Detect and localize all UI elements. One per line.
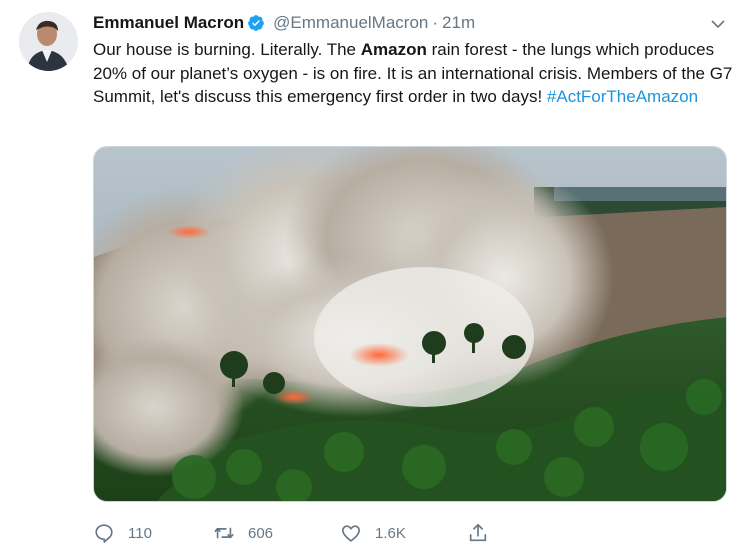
chevron-down-icon[interactable] [710,16,726,32]
tweet-text: Our house is burning. Literally. The Ama… [93,38,733,109]
timestamp[interactable]: 21m [442,13,475,33]
heart-icon [342,525,360,542]
like-count: 1.6K [375,524,406,542]
retweet-button[interactable]: 606 [213,522,273,544]
separator-dot: · [432,13,439,32]
reply-icon [95,524,113,543]
avatar[interactable] [19,12,78,71]
author-name[interactable]: Emmanuel Macron [93,13,244,33]
avatar-portrait-icon [19,12,78,71]
hashtag-link[interactable]: #ActForTheAmazon [547,87,698,106]
reply-button[interactable]: 110 [93,522,152,544]
share-button[interactable] [467,522,489,544]
photo-amazon-fire-icon [94,147,726,501]
tweet-media[interactable] [93,146,727,502]
like-button[interactable]: 1.6K [340,522,406,544]
author-handle[interactable]: @EmmanuelMacron [273,13,428,33]
retweet-count: 606 [248,524,274,542]
tweet-text-part: Our house is burning. Literally. The [93,40,361,59]
retweet-icon [214,527,234,539]
reply-count: 110 [128,524,152,542]
verified-badge-icon [248,15,265,31]
tweet-text-bold: Amazon [360,40,427,59]
share-icon [469,523,487,542]
tweet-header: Emmanuel Macron @EmmanuelMacron · 21m [93,12,732,34]
